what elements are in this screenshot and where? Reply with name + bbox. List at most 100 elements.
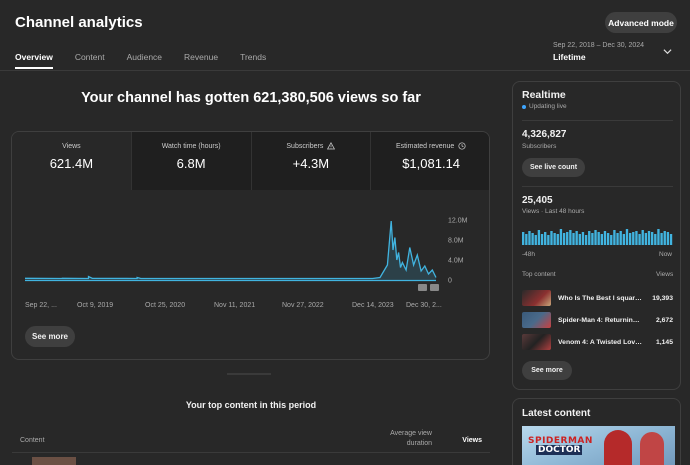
realtime-bar [528, 231, 531, 245]
advanced-mode-button[interactable]: Advanced mode [605, 12, 677, 33]
realtime-bar [544, 232, 547, 245]
video-marker-icon[interactable] [430, 284, 439, 291]
video-views: 1,145 [655, 338, 673, 346]
latest-video-thumbnail[interactable]: SPIDERMAN DOCTOR [522, 426, 675, 465]
table-divider [12, 452, 490, 453]
realtime-bar [562, 233, 566, 245]
metric-tab-watch-time[interactable]: Watch time (hours) 6.8M [131, 132, 252, 190]
latest-content-card: Latest content SPIDERMAN DOCTOR [512, 398, 681, 465]
video-thumbnail [522, 334, 551, 350]
period-selector[interactable]: Lifetime [553, 52, 586, 62]
metric-value: 621.4M [49, 156, 94, 171]
realtime-bar [632, 232, 635, 245]
thumbnail-text: DOCTOR [536, 445, 583, 455]
realtime-bar [606, 233, 610, 245]
realtime-bar [591, 233, 594, 245]
latest-content-title: Latest content [522, 408, 591, 419]
metric-label: Estimated revenue [395, 142, 455, 150]
axis-label-end: Now [659, 251, 673, 258]
metric-tab-revenue[interactable]: Estimated revenue $1,081.14 [371, 132, 489, 190]
metric-value: $1,081.14 [402, 156, 461, 171]
realtime-bar [594, 230, 597, 245]
metric-tabs: Views 621.4M Watch time (hours) 6.8M Sub… [12, 132, 489, 190]
x-tick-label: Oct 9, 2019 [77, 302, 113, 309]
y-tick-label: 8.0M [448, 238, 464, 245]
x-tick-label: Oct 25, 2020 [145, 302, 185, 309]
column-header-avd[interactable]: Average view duration [372, 429, 432, 449]
y-tick-label: 0 [448, 278, 452, 285]
realtime-bar [588, 231, 591, 245]
realtime-bar [566, 232, 569, 245]
tab-audience[interactable]: Audience [127, 52, 162, 69]
chevron-down-icon[interactable] [663, 47, 672, 56]
realtime-bar [650, 232, 654, 245]
realtime-title: Realtime [522, 89, 566, 101]
views-label: Views · Last 48 hours [522, 208, 585, 215]
realtime-bar [657, 229, 660, 245]
top-content-row[interactable]: Spider-Man 4: Returning ... 2,672 [522, 312, 673, 328]
video-views: 2,672 [655, 316, 673, 324]
video-views: 19,393 [652, 294, 673, 302]
realtime-bar [572, 233, 575, 245]
top-content-title: Your top content in this period [185, 400, 317, 410]
views-chart[interactable]: 12.0M 8.0M 4.0M 0 Sep 22, ... Oct 9, 2019 Oct … [12, 202, 490, 317]
see-more-button[interactable]: See more [25, 326, 75, 347]
column-header-views[interactable]: Views [450, 437, 482, 444]
realtime-see-more-button[interactable]: See more [522, 361, 572, 380]
realtime-bar [534, 235, 537, 245]
realtime-bar-chart[interactable] [513, 224, 682, 246]
realtime-bar [603, 231, 607, 245]
column-header-content: Content [20, 437, 45, 444]
video-title: Who Is The Best l square... [558, 294, 642, 302]
metric-label: Subscribers [286, 142, 324, 150]
metric-value: 6.8M [176, 156, 206, 171]
video-marker-icon[interactable] [418, 284, 427, 291]
metric-tab-subscribers[interactable]: Subscribers +4.3M [251, 132, 372, 190]
realtime-bar [616, 233, 619, 245]
top-content-row[interactable]: Who Is The Best l square... 19,393 [522, 290, 673, 306]
realtime-bar [610, 235, 613, 245]
video-thumbnail[interactable] [32, 457, 76, 465]
realtime-bar [531, 233, 534, 245]
realtime-bar [578, 234, 581, 245]
realtime-bar [556, 234, 559, 245]
realtime-bar [600, 234, 603, 245]
top-content-label: Top content [522, 271, 556, 278]
realtime-bar [553, 233, 556, 245]
realtime-bar [540, 234, 544, 245]
x-tick-label: Dec 30, 2... [406, 302, 442, 309]
tab-trends[interactable]: Trends [240, 52, 266, 69]
realtime-bar [559, 229, 563, 245]
tab-overview[interactable]: Overview [15, 52, 53, 69]
top-content-row[interactable]: Venom 4: A Twisted Love... 1,145 [522, 334, 673, 350]
realtime-bar [619, 231, 622, 245]
video-title: Spider-Man 4: Returning ... [558, 316, 642, 324]
tab-bar: Overview Content Audience Revenue Trends [15, 52, 288, 69]
views-headline: Your channel has gotten 621,380,506 view… [81, 90, 421, 106]
realtime-bar [663, 231, 666, 245]
x-tick-label: Dec 14, 2023 [352, 302, 394, 309]
date-range[interactable]: Sep 22, 2018 – Dec 30, 2024 [553, 42, 644, 49]
realtime-bar [550, 231, 553, 245]
realtime-bar [525, 234, 528, 245]
realtime-views: 25,405 [522, 195, 553, 206]
see-live-count-button[interactable]: See live count [522, 158, 585, 177]
realtime-bar [654, 234, 657, 245]
realtime-bar [660, 233, 663, 245]
realtime-card: Realtime Updating live 4,326,827 Subscri… [512, 81, 681, 390]
metric-tab-views[interactable]: Views 621.4M [12, 132, 132, 190]
realtime-bar [613, 230, 616, 245]
realtime-bar [584, 235, 588, 245]
x-tick-label: Nov 27, 2022 [282, 302, 324, 309]
realtime-bar [669, 234, 673, 245]
warning-icon [327, 142, 336, 150]
realtime-bar [522, 232, 525, 245]
realtime-bar [641, 230, 644, 245]
views-line [24, 220, 437, 280]
y-tick-label: 4.0M [448, 258, 464, 265]
scroll-indicator [227, 373, 271, 375]
tab-revenue[interactable]: Revenue [184, 52, 218, 69]
tab-content[interactable]: Content [75, 52, 105, 69]
metric-value: +4.3M [292, 156, 330, 171]
x-tick-label: Nov 11, 2021 [214, 302, 255, 309]
